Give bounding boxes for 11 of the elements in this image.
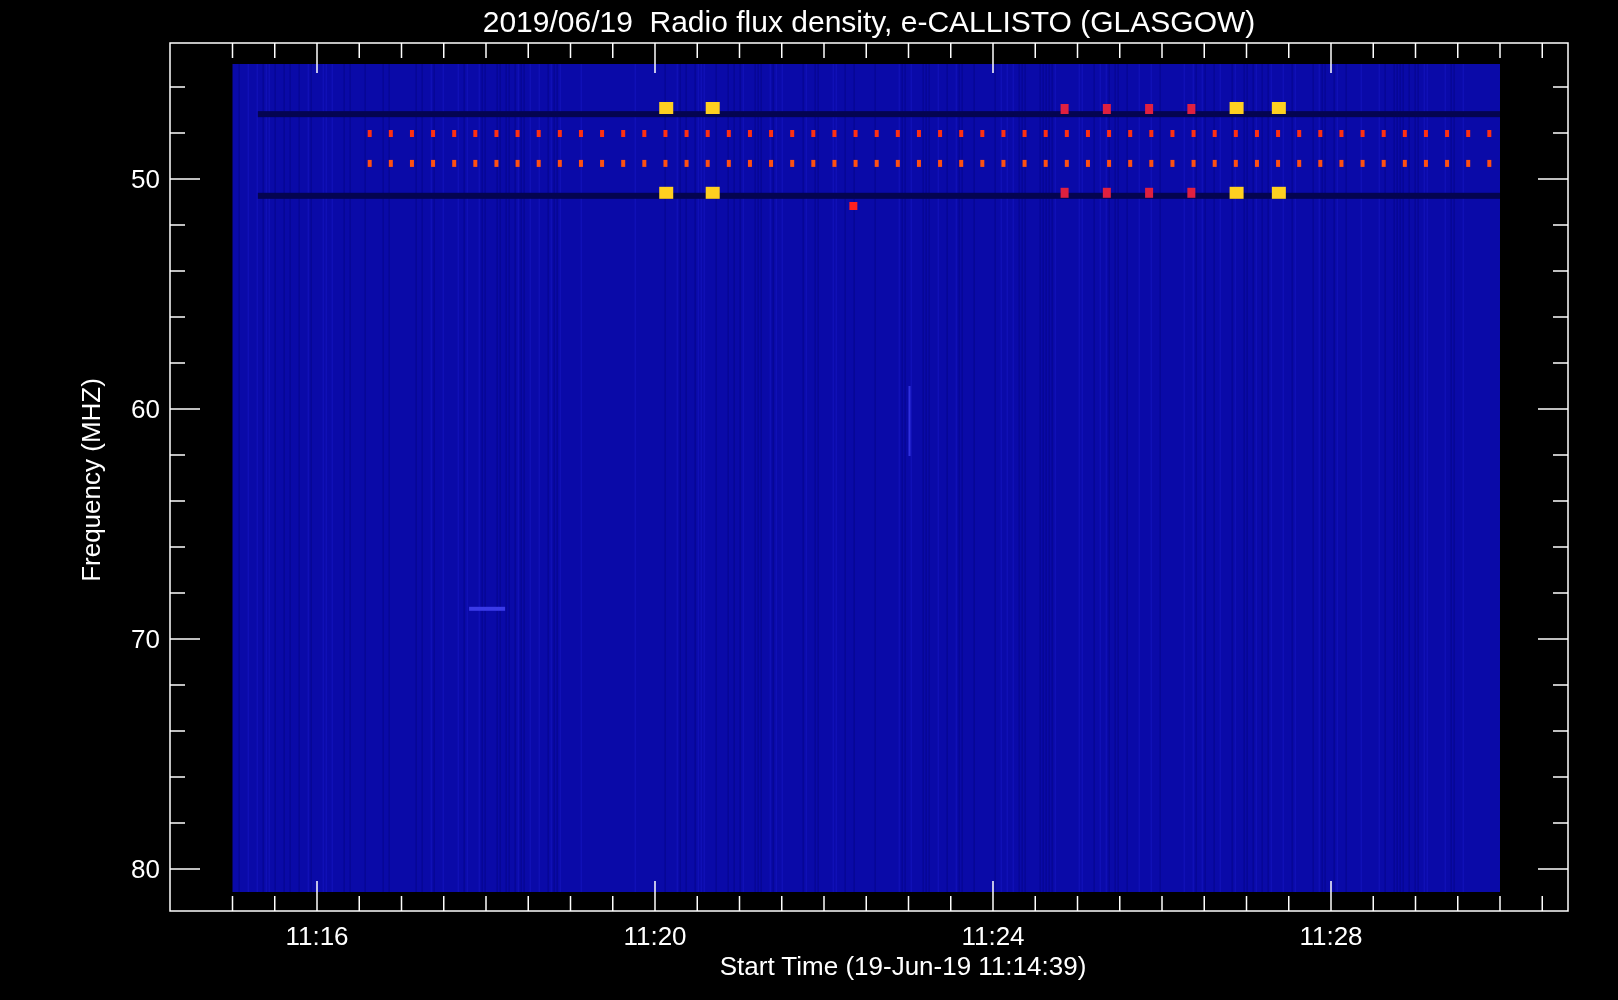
tick-label: 60 — [131, 394, 160, 424]
tick-label: 11:20 — [623, 921, 687, 951]
chart-title: 2019/06/19 Radio flux density, e-CALLISTO (GLASGOW) — [482, 5, 1256, 38]
axis-title: Frequency (MHZ) — [76, 378, 106, 582]
tick-label: 70 — [131, 624, 160, 654]
tick-label: 11:16 — [285, 921, 349, 951]
tick-label: 11:28 — [1299, 921, 1363, 951]
axis-title: Start Time (19-Jun-19 11:14:39) — [719, 951, 1087, 981]
tick-label: 50 — [131, 164, 160, 194]
tick-label: 11:24 — [961, 921, 1025, 951]
tick-label: 80 — [131, 854, 160, 884]
